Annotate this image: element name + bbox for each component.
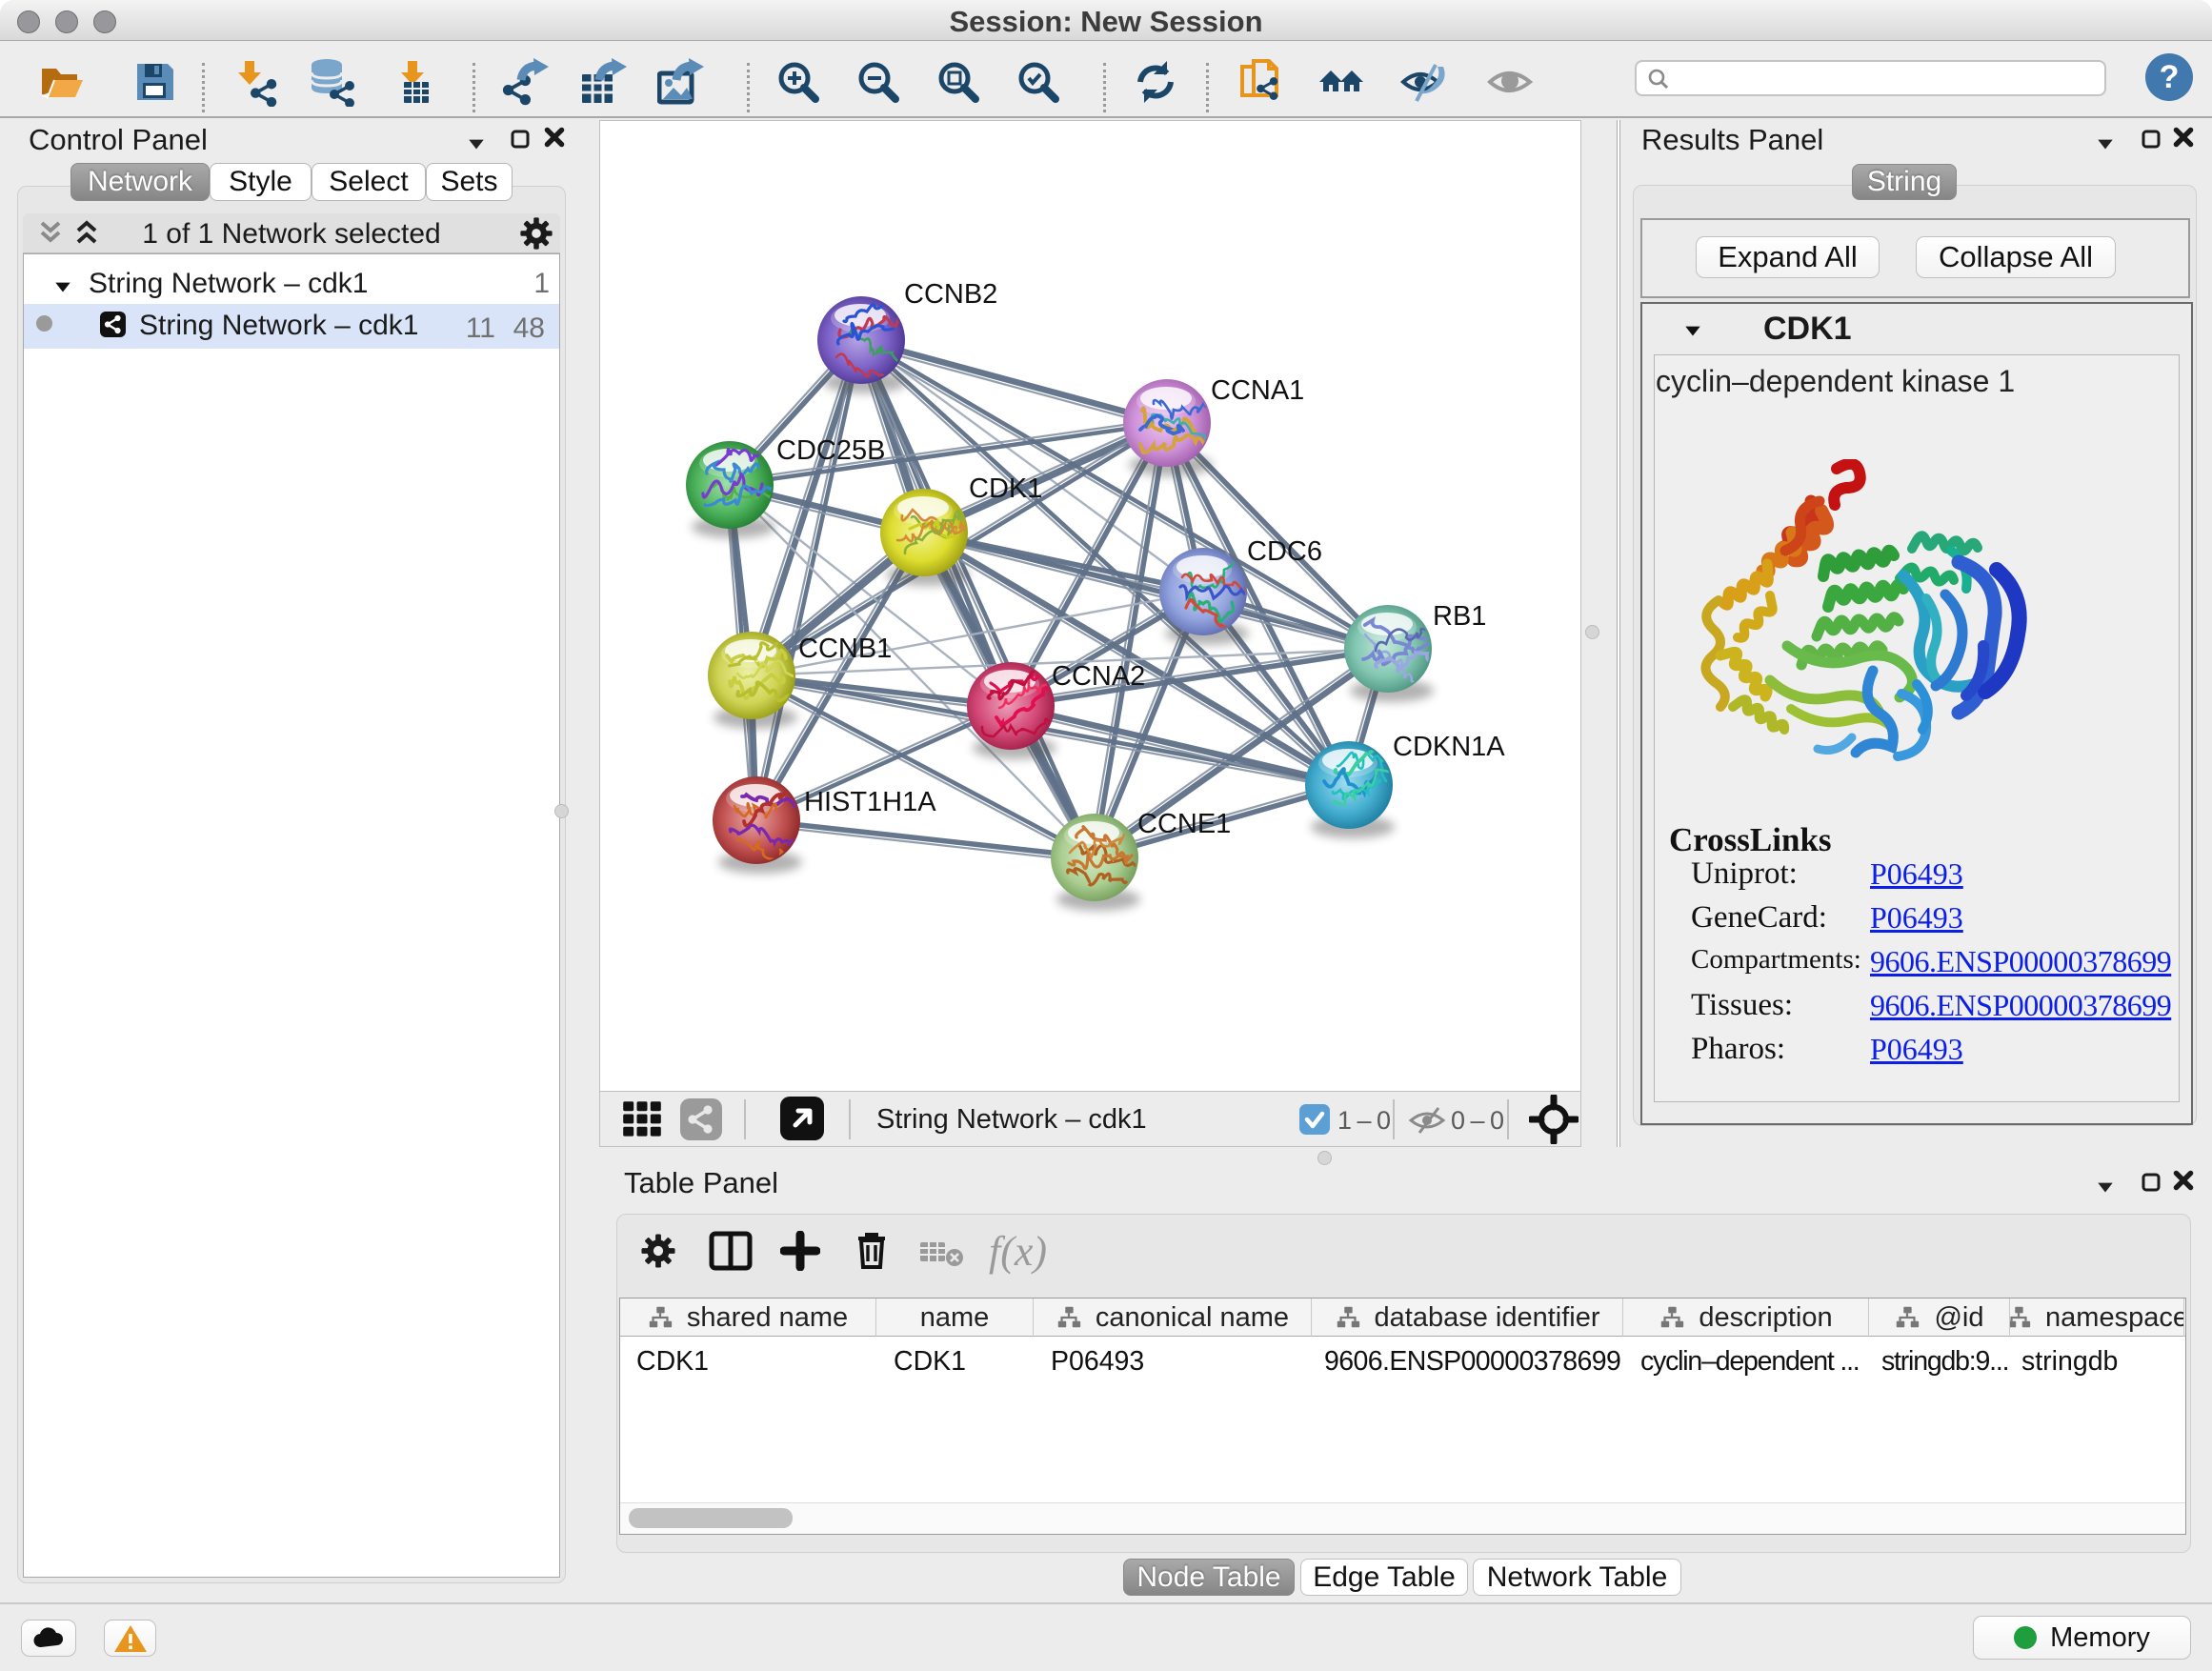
svg-text:CDC25B: CDC25B (776, 435, 885, 466)
svg-text:CCNA2: CCNA2 (1052, 661, 1145, 692)
svg-text:CDKN1A: CDKN1A (1393, 732, 1505, 762)
svg-text:CCNB1: CCNB1 (798, 634, 892, 664)
svg-text:CCNB2: CCNB2 (904, 279, 997, 310)
svg-text:RB1: RB1 (1433, 601, 1486, 632)
svg-text:CDC6: CDC6 (1247, 536, 1322, 567)
svg-text:CDK1: CDK1 (969, 473, 1042, 504)
svg-text:HIST1H1A: HIST1H1A (804, 787, 936, 817)
svg-text:CCNE1: CCNE1 (1137, 809, 1231, 839)
svg-text:CCNA1: CCNA1 (1211, 375, 1304, 406)
